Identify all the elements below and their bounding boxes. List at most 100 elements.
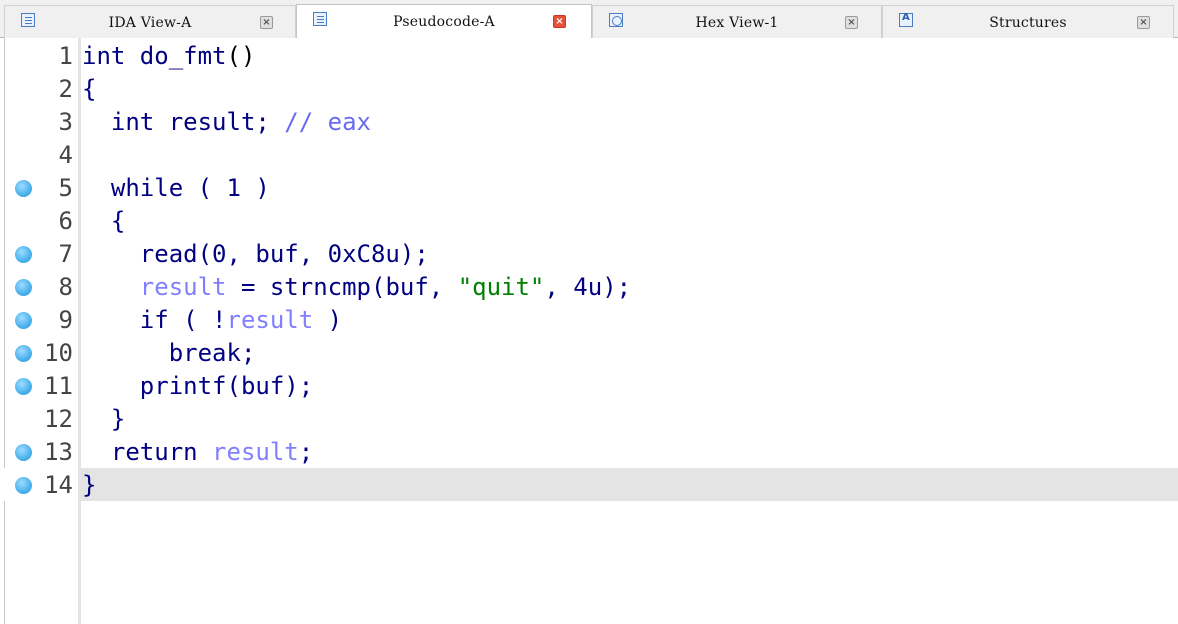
code-line[interactable]: 5 while ( 1 ) (0, 171, 1178, 204)
code-line[interactable]: 4 (0, 138, 1178, 171)
code-token: break; (82, 339, 256, 367)
line-gutter[interactable]: 3 (0, 105, 78, 138)
code-text: if ( !result ) (82, 305, 342, 335)
line-gutter[interactable]: 2 (0, 72, 78, 105)
breakpoint-dot-icon[interactable] (15, 279, 32, 296)
code-text: printf(buf); (82, 371, 313, 401)
code-token: } (82, 405, 126, 433)
line-number: 8 (58, 273, 73, 301)
code-line[interactable]: 10 break; (0, 336, 1178, 369)
close-icon[interactable]: × (845, 16, 858, 29)
line-gutter[interactable]: 1 (0, 39, 78, 72)
tab-label: Hex View-1 (695, 15, 779, 31)
breakpoint-dot-icon[interactable] (15, 378, 32, 395)
code-line[interactable]: 1 int do_fmt() (0, 39, 1178, 72)
close-icon[interactable]: × (260, 16, 273, 29)
code-token: { (82, 207, 126, 235)
line-gutter[interactable]: 4 (0, 138, 78, 171)
code-token: "quit" (457, 273, 545, 301)
code-token: result (139, 273, 227, 301)
code-text: read(0, buf, 0xC8u); (82, 239, 429, 269)
code-token: // eax (284, 108, 371, 136)
breakpoint-dot-icon[interactable] (15, 312, 32, 329)
code-line[interactable]: 7 read(0, buf, 0xC8u); (0, 237, 1178, 270)
line-gutter[interactable]: 10 (0, 336, 78, 369)
tab-hex-view-1[interactable]: Hex View-1 × (592, 5, 882, 38)
breakpoint-dot-icon[interactable] (15, 477, 32, 494)
code-token: { (82, 75, 97, 103)
pseudocode-editor[interactable]: 1 int do_fmt() 2{3 int result; // eax 4 5 wh… (0, 38, 1178, 624)
code-line[interactable]: 6 { (0, 204, 1178, 237)
code-text: int result; // eax (82, 107, 371, 137)
line-gutter[interactable]: 7 (0, 237, 78, 270)
breakpoint-dot-icon[interactable] (15, 345, 32, 362)
line-gutter[interactable]: 13 (0, 435, 78, 468)
code-token: if ( ! (82, 306, 227, 334)
code-token: int result; (82, 108, 285, 136)
breakpoint-dot-icon[interactable] (15, 246, 32, 263)
code-line[interactable]: 9 if ( !result ) (0, 303, 1178, 336)
code-text: { (82, 206, 125, 236)
line-number: 11 (44, 372, 73, 400)
code-text: } (82, 404, 125, 434)
code-token: read(0, buf, 0xC8u); (82, 240, 429, 268)
breakpoint-dot-icon[interactable] (15, 180, 32, 197)
code-token: printf(buf); (82, 372, 314, 400)
code-token: result (212, 438, 299, 466)
code-line[interactable]: 13 return result; (0, 435, 1178, 468)
tab-pseudocode-a[interactable]: Pseudocode-A × (296, 4, 592, 38)
line-number: 7 (58, 240, 73, 268)
code-token: ; (298, 438, 314, 466)
code-token: , 4u); (544, 273, 632, 301)
code-text: return result; (82, 437, 313, 467)
line-number: 2 (58, 75, 73, 103)
code-line[interactable]: 8 result = strncmp(buf, "quit", 4u); (0, 270, 1178, 303)
code-token: result (226, 306, 314, 334)
line-number: 10 (44, 339, 73, 367)
code-token: return (82, 438, 213, 466)
line-number: 4 (58, 141, 73, 169)
gutter-separator (78, 38, 81, 624)
line-gutter[interactable]: 8 (0, 270, 78, 303)
line-gutter[interactable]: 12 (0, 402, 78, 435)
code-token: () (226, 42, 256, 70)
line-number: 3 (58, 108, 73, 136)
code-line[interactable]: 12 } (0, 402, 1178, 435)
line-number: 6 (58, 207, 73, 235)
breakpoint-dot-icon[interactable] (15, 444, 32, 461)
line-gutter[interactable]: 9 (0, 303, 78, 336)
code-line[interactable]: 14} (0, 468, 1178, 501)
code-token: ) (313, 306, 343, 334)
tab-label: Pseudocode-A (393, 14, 495, 30)
code-token: } (82, 471, 97, 499)
code-text: } (82, 470, 96, 500)
line-number: 1 (58, 42, 73, 70)
tab-structures[interactable]: Structures × (882, 5, 1174, 38)
code-text: { (82, 74, 96, 104)
code-line[interactable]: 11 printf(buf); (0, 369, 1178, 402)
code-token: while ( 1 ) (82, 174, 270, 202)
code-line[interactable]: 2{ (0, 72, 1178, 105)
line-number: 5 (58, 174, 73, 202)
tab-label: Structures (989, 15, 1067, 31)
line-number: 12 (44, 405, 73, 433)
code-text: break; (82, 338, 256, 368)
tab-label: IDA View-A (108, 15, 192, 31)
code-token: = strncmp(buf, (226, 273, 458, 301)
code-text: int do_fmt() (82, 41, 255, 71)
close-icon[interactable]: × (1137, 16, 1150, 29)
close-icon[interactable]: × (553, 15, 566, 28)
code-line[interactable]: 3 int result; // eax (0, 105, 1178, 138)
line-number: 13 (44, 438, 73, 466)
line-number: 14 (44, 471, 73, 499)
line-number: 9 (58, 306, 73, 334)
tab-ida-view-a[interactable]: IDA View-A × (4, 5, 296, 38)
line-gutter[interactable]: 14 (0, 468, 78, 501)
code-text: result = strncmp(buf, "quit", 4u); (82, 272, 631, 302)
line-gutter[interactable]: 11 (0, 369, 78, 402)
line-gutter[interactable]: 5 (0, 171, 78, 204)
tab-bar: IDA View-A × Pseudocode-A × Hex View-1 ×… (0, 0, 1178, 38)
code-token: int do_fmt (82, 42, 227, 70)
line-gutter[interactable]: 6 (0, 204, 78, 237)
